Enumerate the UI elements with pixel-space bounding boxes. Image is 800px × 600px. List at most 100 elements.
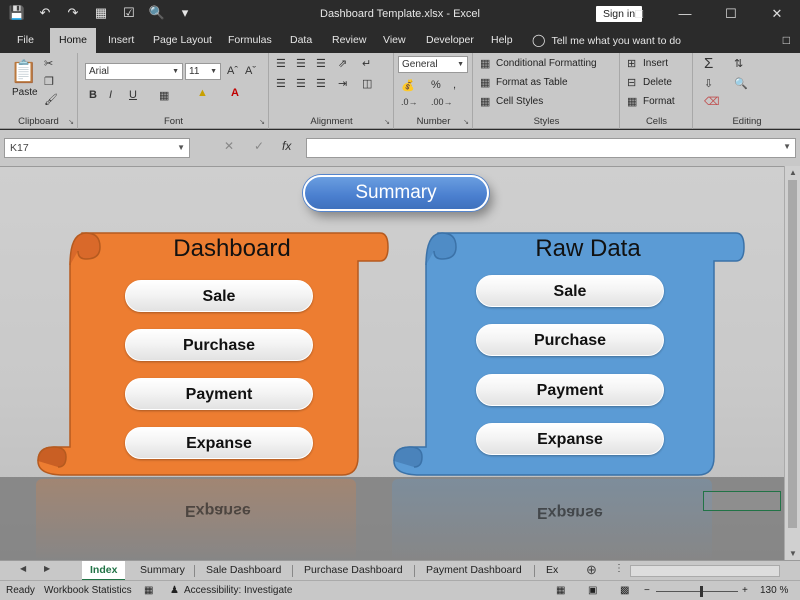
scroll-down-icon[interactable]: ▼ <box>789 549 797 558</box>
bold-button[interactable]: B <box>89 89 97 101</box>
workbook-statistics-button[interactable]: Workbook Statistics <box>44 585 132 596</box>
sheet-tab-purchase-dashboard[interactable]: Purchase Dashboard <box>296 561 411 581</box>
decrease-font-icon[interactable]: Aˇ <box>245 65 256 77</box>
tab-data[interactable]: Data <box>281 28 321 53</box>
tab-page-layout[interactable]: Page Layout <box>144 28 221 53</box>
close-icon[interactable]: ✕ <box>754 0 800 28</box>
tab-help[interactable]: Help <box>482 28 522 53</box>
percent-button[interactable]: % <box>431 79 441 91</box>
sheet-tab-index[interactable]: Index <box>82 561 126 581</box>
format-button[interactable]: Format <box>643 96 675 107</box>
zoom-level[interactable]: 130 % <box>760 585 788 596</box>
tab-view[interactable]: View <box>374 28 415 53</box>
sort-filter-icon[interactable]: ⇅ <box>734 57 743 70</box>
undo-icon[interactable]: ↶ <box>36 5 54 21</box>
raw-sale-button[interactable]: Sale <box>476 275 664 307</box>
align-top-icon[interactable]: ☰ <box>276 57 286 70</box>
summary-button[interactable]: Summary <box>303 175 489 211</box>
increase-font-icon[interactable]: Aˆ <box>227 65 238 77</box>
prev-sheet-icon[interactable]: ◀ <box>20 564 26 573</box>
clear-icon[interactable]: ⌫ <box>704 95 720 108</box>
redo-icon[interactable]: ↷ <box>64 5 82 21</box>
font-color-icon[interactable]: A <box>231 87 239 99</box>
scroll-thumb[interactable] <box>788 180 797 528</box>
dialog-launcher-icon[interactable]: ↘ <box>68 118 74 126</box>
accessibility-status[interactable]: Accessibility: Investigate <box>184 585 292 596</box>
format-as-table-button[interactable]: Format as Table <box>496 77 568 88</box>
tell-me-search[interactable]: ◯ Tell me what you want to do <box>532 28 681 53</box>
dashboard-purchase-button[interactable]: Purchase <box>125 329 313 361</box>
enter-icon[interactable]: ✓ <box>254 139 264 153</box>
insert-button[interactable]: Insert <box>643 58 668 69</box>
sheet-tab-sale-dashboard[interactable]: Sale Dashboard <box>198 561 289 581</box>
dialog-launcher-icon[interactable]: ↘ <box>259 118 265 126</box>
dashboard-expanse-button[interactable]: Expanse <box>125 427 313 459</box>
sheet-tab-summary[interactable]: Summary <box>132 561 193 581</box>
autosum-icon[interactable]: Σ <box>704 55 713 72</box>
page-layout-view-icon[interactable]: ▣ <box>588 585 597 596</box>
cancel-icon[interactable]: ✕ <box>224 139 234 153</box>
paste-icon[interactable]: 📋 <box>10 59 37 85</box>
vertical-scrollbar[interactable]: ▲ ▼ <box>784 166 800 560</box>
raw-payment-button[interactable]: Payment <box>476 374 664 406</box>
dialog-launcher-icon[interactable]: ↘ <box>384 118 390 126</box>
minimize-icon[interactable]: — <box>662 0 708 28</box>
tab-developer[interactable]: Developer <box>417 28 483 53</box>
borders-icon[interactable]: ▦ <box>159 89 169 102</box>
formula-input[interactable]: ▼ <box>306 138 796 158</box>
print-preview-icon[interactable]: 🔍 <box>148 5 166 21</box>
align-bottom-icon[interactable]: ☰ <box>316 57 326 70</box>
sheet-tab-payment-dashboard[interactable]: Payment Dashboard <box>418 561 530 581</box>
find-select-icon[interactable]: 🔍 <box>734 77 748 90</box>
zoom-slider-track[interactable] <box>656 591 738 592</box>
next-sheet-icon[interactable]: ▶ <box>44 564 50 573</box>
tab-review[interactable]: Review <box>323 28 375 53</box>
orientation-icon[interactable]: ⇗ <box>338 57 347 70</box>
name-box[interactable]: K17 ▼ <box>4 138 190 158</box>
form-icon[interactable]: ▦ <box>92 5 110 21</box>
scroll-up-icon[interactable]: ▲ <box>789 168 797 177</box>
macro-record-icon[interactable]: ▦ <box>144 585 153 596</box>
dashboard-payment-button[interactable]: Payment <box>125 378 313 410</box>
zoom-slider-knob[interactable] <box>700 586 703 597</box>
cell-styles-button[interactable]: Cell Styles <box>496 96 543 107</box>
delete-button[interactable]: Delete <box>643 77 672 88</box>
cut-icon[interactable]: ✂ <box>44 57 53 70</box>
italic-button[interactable]: I <box>109 89 112 101</box>
number-format-select[interactable]: General ▼ <box>398 56 468 73</box>
indent-icon[interactable]: ⇥ <box>338 77 347 90</box>
more-options-icon[interactable]: ⋮ <box>614 563 624 574</box>
copy-icon[interactable]: ❐ <box>44 75 54 88</box>
font-size-select[interactable]: 11 ▼ <box>185 63 221 80</box>
comments-icon[interactable]: □ <box>783 33 790 47</box>
tab-formulas[interactable]: Formulas <box>219 28 281 53</box>
sheet-tab-expanse[interactable]: Ex <box>538 561 566 581</box>
horizontal-scrollbar[interactable] <box>630 565 780 577</box>
wrap-text-icon[interactable]: ↵ <box>362 57 371 70</box>
align-left-icon[interactable]: ☰ <box>276 77 286 90</box>
tab-home[interactable]: Home <box>50 28 97 53</box>
page-break-view-icon[interactable]: ▩ <box>620 585 629 596</box>
dashboard-sale-button[interactable]: Sale <box>125 280 313 312</box>
tab-insert[interactable]: Insert <box>99 28 143 53</box>
align-center-icon[interactable]: ☰ <box>296 77 306 90</box>
fill-color-icon[interactable]: ▲ <box>197 87 208 99</box>
format-painter-icon[interactable]: 🖌 <box>44 93 58 106</box>
underline-button[interactable]: U <box>129 89 137 101</box>
worksheet[interactable]: Summary Dashboard Sale Purchase Payment … <box>0 166 784 560</box>
add-sheet-icon[interactable]: ⊕ <box>586 562 597 578</box>
conditional-formatting-button[interactable]: Conditional Formatting <box>496 58 597 69</box>
zoom-in-icon[interactable]: + <box>742 585 748 596</box>
raw-expanse-button[interactable]: Expanse <box>476 423 664 455</box>
fill-icon[interactable]: ⇩ <box>704 77 713 90</box>
raw-purchase-button[interactable]: Purchase <box>476 324 664 356</box>
decrease-decimal-icon[interactable]: .00→ <box>431 97 453 107</box>
dialog-launcher-icon[interactable]: ↘ <box>463 118 469 126</box>
insert-function-button[interactable]: fx <box>282 139 291 153</box>
save-icon[interactable]: 💾 <box>8 5 26 21</box>
align-middle-icon[interactable]: ☰ <box>296 57 306 70</box>
paste-button[interactable]: Paste <box>12 87 38 98</box>
checkbox-icon[interactable]: ☑ <box>120 5 138 21</box>
align-right-icon[interactable]: ☰ <box>316 77 326 90</box>
customize-icon[interactable]: ▾ <box>176 5 194 21</box>
